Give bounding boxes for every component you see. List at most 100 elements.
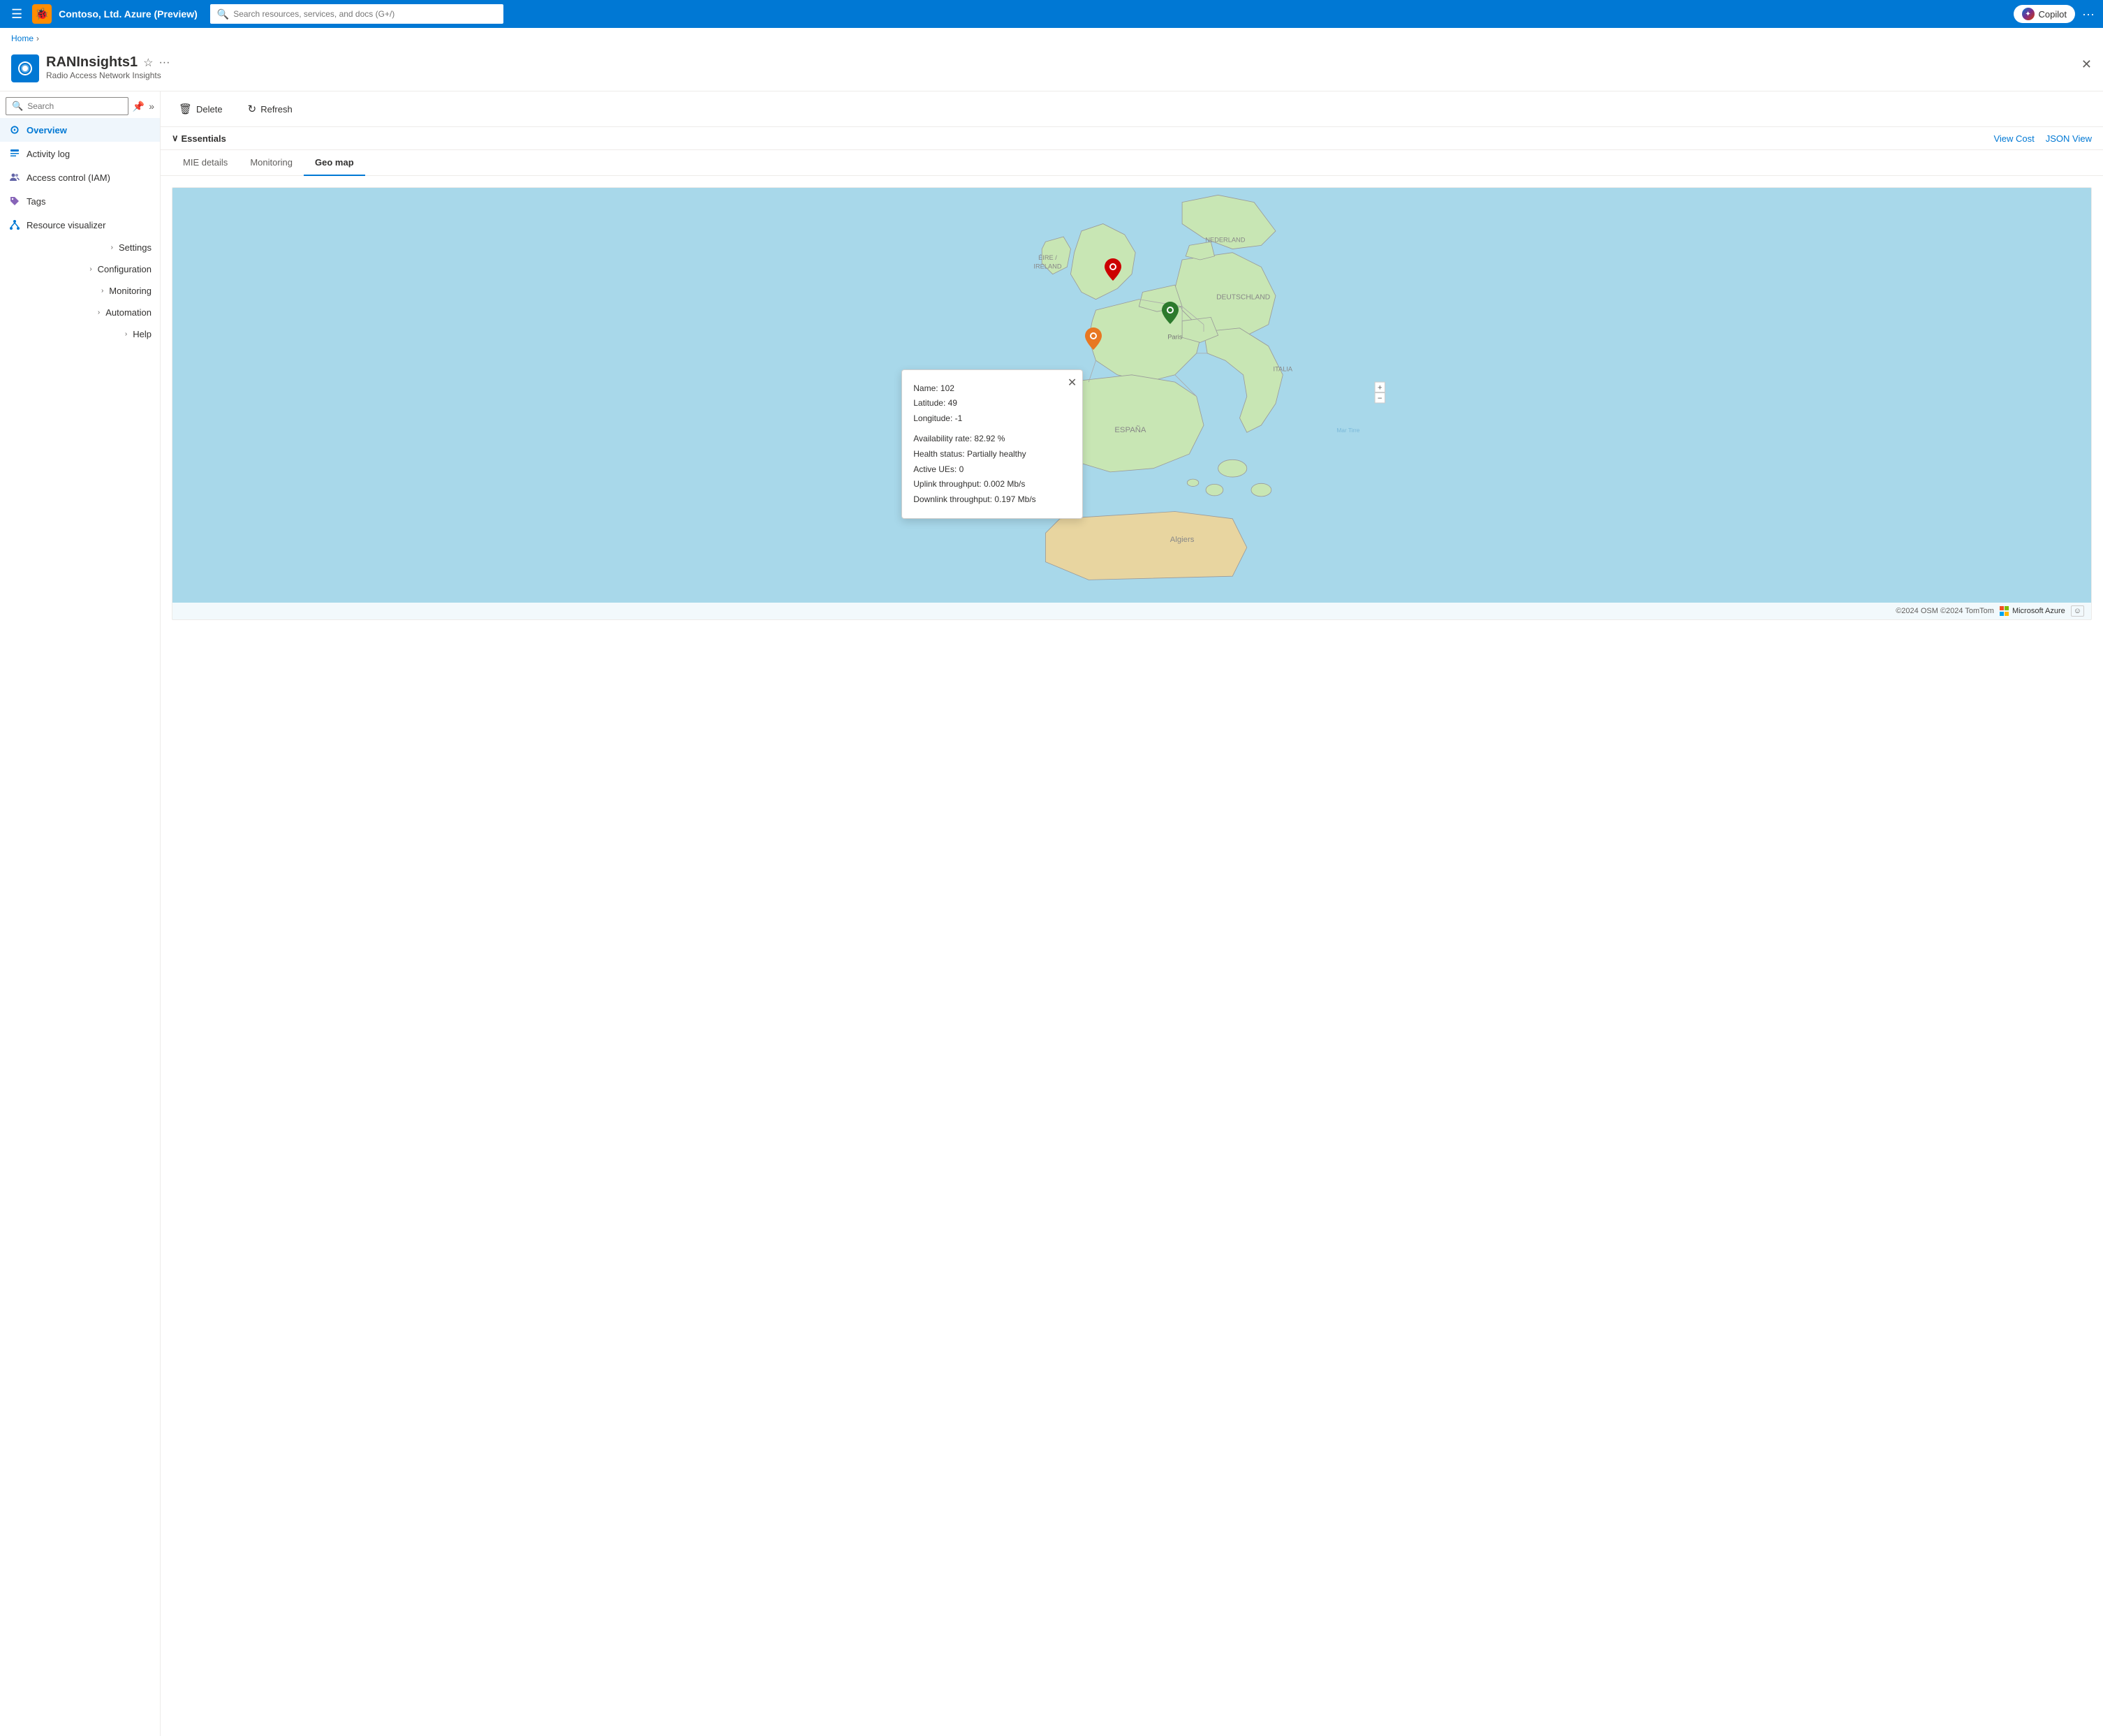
sidebar-item-configuration[interactable]: › Configuration (0, 258, 160, 280)
page-subtitle: Radio Access Network Insights (46, 71, 170, 80)
breadcrumb: Home › (0, 28, 2103, 49)
ms-blue-square (2000, 612, 2004, 616)
delete-label: Delete (196, 104, 223, 115)
view-cost-link[interactable]: View Cost (1993, 133, 2034, 144)
header-more-options-icon[interactable]: ··· (158, 57, 170, 69)
sidebar-item-activity-log[interactable]: Activity log (0, 142, 160, 165)
main-layout: 🔍 📌 » ⊙ Overview Activity log (0, 91, 2103, 1736)
access-control-icon (8, 171, 21, 184)
sidebar-search-icon: 🔍 (12, 101, 23, 112)
popup-longitude: Longitude: -1 (913, 411, 1071, 427)
popup-downlink: Downlink throughput: 0.197 Mb/s (913, 492, 1071, 508)
sidebar-search-box[interactable]: 🔍 (6, 97, 128, 115)
sidebar-item-label: Monitoring (109, 286, 152, 296)
map-pin-orange[interactable] (1085, 328, 1102, 352)
activity-log-icon (8, 147, 21, 160)
svg-text:−: − (1378, 395, 1382, 403)
sidebar-item-resource-visualizer[interactable]: Resource visualizer (0, 213, 160, 237)
refresh-icon: ↻ (248, 103, 257, 115)
map-background[interactable]: ÉIRE / IRELAND NEDERLAND DEUTSCHLAND ESP… (172, 188, 2091, 619)
close-page-button[interactable]: ✕ (2081, 57, 2092, 72)
svg-text:+: + (1378, 383, 1382, 392)
delete-button[interactable]: 🗑 Delete (172, 98, 230, 119)
resource-visualizer-icon (8, 219, 21, 231)
overview-icon: ⊙ (8, 124, 21, 136)
sidebar-item-settings[interactable]: › Settings (0, 237, 160, 258)
microsoft-azure-logo: Microsoft Azure (2000, 606, 2065, 616)
map-svg: ÉIRE / IRELAND NEDERLAND DEUTSCHLAND ESP… (172, 188, 2091, 619)
ms-red-square (2000, 606, 2004, 610)
copilot-label: Copilot (2039, 9, 2067, 20)
svg-text:DEUTSCHLAND: DEUTSCHLAND (1216, 294, 1270, 302)
ms-yellow-square (2005, 612, 2009, 616)
map-footer: ©2024 OSM ©2024 TomTom Microsoft Azure ☺ (172, 603, 2091, 619)
sidebar-item-access-control[interactable]: Access control (IAM) (0, 165, 160, 189)
sidebar-item-tags[interactable]: Tags (0, 189, 160, 213)
svg-text:Algiers: Algiers (1170, 536, 1195, 544)
sidebar-item-help[interactable]: › Help (0, 323, 160, 345)
resource-icon (11, 54, 39, 82)
map-pin-red[interactable] (1105, 258, 1121, 283)
config-expand-icon: › (89, 265, 91, 273)
app-icon: 🐞 (32, 4, 52, 24)
svg-text:ITALIA: ITALIA (1274, 366, 1293, 373)
help-expand-icon: › (125, 330, 127, 338)
sidebar-item-automation[interactable]: › Automation (0, 302, 160, 323)
sidebar-pin-icon[interactable]: 📌 (133, 101, 145, 112)
tab-monitoring[interactable]: Monitoring (239, 150, 304, 176)
popup-health: Health status: Partially healthy (913, 447, 1071, 462)
refresh-button[interactable]: ↻ Refresh (241, 98, 300, 119)
map-popup: ✕ Name: 102 Latitude: 49 Longitude: -1 A… (901, 369, 1083, 520)
sidebar-collapse-icon[interactable]: » (149, 101, 154, 112)
sidebar-item-label: Overview (27, 125, 67, 135)
smiley-icon[interactable]: ☺ (2071, 605, 2084, 617)
toolbar: 🗑 Delete ↻ Refresh (161, 91, 2103, 127)
essentials-toggle[interactable]: ∨ Essentials (172, 133, 226, 144)
settings-expand-icon: › (111, 244, 113, 251)
microsoft-squares-icon (2000, 606, 2009, 616)
sidebar-item-monitoring[interactable]: › Monitoring (0, 280, 160, 302)
global-search-bar[interactable]: 🔍 (210, 4, 503, 24)
azure-label: Microsoft Azure (2012, 607, 2065, 615)
favorite-star-icon[interactable]: ☆ (143, 56, 153, 70)
svg-text:ÉIRE /: ÉIRE / (1038, 254, 1057, 261)
tab-geo-map[interactable]: Geo map (304, 150, 365, 176)
map-pin-green[interactable] (1162, 302, 1179, 326)
essentials-bar: ∨ Essentials View Cost JSON View (161, 127, 2103, 150)
sidebar-item-label: Access control (IAM) (27, 172, 110, 183)
sidebar-item-label: Configuration (98, 264, 152, 274)
breadcrumb-separator: › (36, 34, 39, 43)
tab-mie-details[interactable]: MIE details (172, 150, 239, 176)
popup-latitude: Latitude: 49 (913, 396, 1071, 411)
svg-text:ESPAÑA: ESPAÑA (1114, 425, 1146, 434)
copilot-logo-icon: ✦ (2022, 8, 2035, 20)
global-search-input[interactable] (233, 9, 496, 19)
svg-text:Paris: Paris (1167, 333, 1182, 340)
breadcrumb-home-link[interactable]: Home (11, 34, 34, 43)
sidebar-search-input[interactable] (27, 101, 122, 111)
tabs-bar: MIE details Monitoring Geo map (161, 150, 2103, 176)
sidebar-search-row: 🔍 📌 » (0, 91, 160, 118)
svg-text:Mar Tirre: Mar Tirre (1337, 427, 1360, 434)
svg-text:IRELAND: IRELAND (1033, 263, 1061, 270)
sidebar-item-label: Resource visualizer (27, 220, 105, 230)
hamburger-menu-icon[interactable]: ☰ (8, 4, 25, 24)
search-icon: 🔍 (217, 8, 229, 20)
map-attribution: ©2024 OSM ©2024 TomTom (1896, 607, 1994, 615)
content-area: 🗑 Delete ↻ Refresh ∨ Essentials View Cos… (161, 91, 2103, 1736)
sidebar-item-label: Automation (105, 307, 152, 318)
page-header: RANInsights1 ☆ ··· Radio Access Network … (0, 49, 2103, 91)
monitoring-expand-icon: › (101, 287, 103, 295)
essentials-chevron-icon: ∨ (172, 133, 179, 144)
sidebar-item-label: Help (133, 329, 152, 339)
top-bar-more-icon[interactable]: ··· (2082, 7, 2095, 22)
delete-icon: 🗑 (179, 103, 192, 115)
essentials-label: Essentials (182, 133, 226, 144)
popup-active-ues: Active UEs: 0 (913, 462, 1071, 478)
sidebar-item-overview[interactable]: ⊙ Overview (0, 118, 160, 142)
tags-icon (8, 195, 21, 207)
copilot-button[interactable]: ✦ Copilot (2014, 5, 2075, 23)
json-view-link[interactable]: JSON View (2046, 133, 2092, 144)
popup-name: Name: 102 (913, 381, 1071, 397)
popup-close-button[interactable]: ✕ (1068, 376, 1077, 390)
